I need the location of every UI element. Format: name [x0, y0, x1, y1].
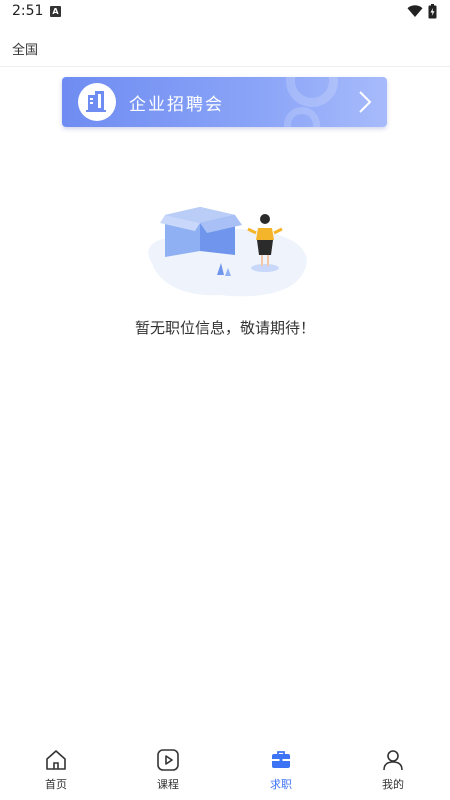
nav-label-jobs: 求职 [270, 778, 292, 791]
region-bar: 全国 [0, 24, 450, 67]
nav-item-courses[interactable]: 课程 [112, 748, 224, 798]
nav-label-mine: 我的 [382, 778, 404, 791]
home-icon [46, 750, 66, 770]
banner-decoration [284, 107, 320, 127]
nav-item-jobs[interactable]: 求职 [225, 748, 337, 798]
job-fair-banner[interactable]: 企业招聘会 [62, 77, 387, 127]
region-selector[interactable]: 全国 [12, 39, 38, 58]
wifi-icon [407, 5, 423, 17]
battery-icon [428, 4, 437, 19]
bottom-navigation: 首页 课程 求职 我的 [0, 738, 450, 800]
banner-title: 企业招聘会 [129, 95, 224, 115]
nav-item-mine[interactable]: 我的 [337, 748, 449, 798]
user-icon [383, 750, 403, 771]
nav-label-home: 首页 [45, 778, 67, 791]
nav-label-courses: 课程 [157, 778, 179, 791]
banner-decoration [286, 77, 338, 107]
building-icon [78, 83, 116, 121]
briefcase-icon [272, 751, 290, 768]
notification-icon: A [50, 6, 61, 17]
empty-state-message: 暂无职位信息，敬请期待！ [134, 319, 315, 337]
empty-box-illustration [148, 207, 307, 297]
play-icon [157, 749, 179, 771]
status-bar: 2:51 A [0, 0, 450, 24]
status-time: 2:51 [12, 3, 44, 19]
chevron-right-icon [359, 91, 372, 113]
nav-item-home[interactable]: 首页 [0, 748, 112, 798]
